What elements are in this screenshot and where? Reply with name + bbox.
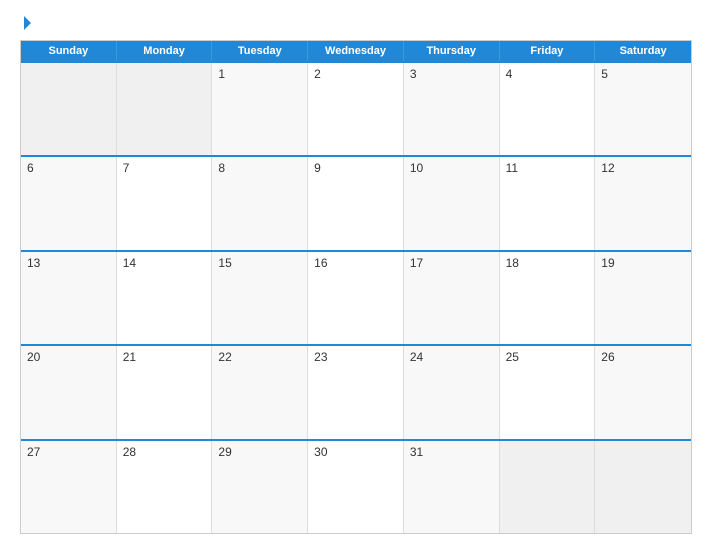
day-number: 12: [601, 161, 614, 175]
calendar-weeks: 1234567891011121314151617181920212223242…: [21, 61, 691, 533]
week-row-4: 20 21 22 23 24 25 26: [21, 344, 691, 438]
day-number: 7: [123, 161, 130, 175]
day-cell: 19: [595, 252, 691, 344]
day-header-sunday: Sunday: [21, 41, 117, 61]
day-number: 30: [314, 445, 327, 459]
logo-triangle-icon: [24, 16, 31, 30]
day-number: 8: [218, 161, 225, 175]
day-cell: 6: [21, 157, 117, 249]
day-number: 18: [506, 256, 519, 270]
day-number: 19: [601, 256, 614, 270]
day-cell: 27: [21, 441, 117, 533]
day-number: 22: [218, 350, 231, 364]
day-cell: 2: [308, 63, 404, 155]
day-number: 1: [218, 67, 225, 81]
day-cell: 28: [117, 441, 213, 533]
day-cell: 9: [308, 157, 404, 249]
day-header-friday: Friday: [500, 41, 596, 61]
day-cell: 13: [21, 252, 117, 344]
day-number: 14: [123, 256, 136, 270]
day-header-monday: Monday: [117, 41, 213, 61]
day-number: 9: [314, 161, 321, 175]
week-row-2: 6 7 8 9 10 11 12: [21, 155, 691, 249]
day-headers-row: SundayMondayTuesdayWednesdayThursdayFrid…: [21, 41, 691, 61]
logo-blue-row: [20, 16, 31, 30]
logo: [20, 16, 31, 30]
day-number: 20: [27, 350, 40, 364]
day-cell: 8: [212, 157, 308, 249]
day-number: 5: [601, 67, 608, 81]
day-cell: [117, 63, 213, 155]
day-cell: 1: [212, 63, 308, 155]
day-number: 17: [410, 256, 423, 270]
day-cell: [595, 441, 691, 533]
day-cell: 20: [21, 346, 117, 438]
day-cell: 26: [595, 346, 691, 438]
day-cell: 10: [404, 157, 500, 249]
day-number: 26: [601, 350, 614, 364]
day-cell: 29: [212, 441, 308, 533]
day-number: 2: [314, 67, 321, 81]
day-number: 11: [506, 161, 518, 175]
day-cell: 11: [500, 157, 596, 249]
day-number: 25: [506, 350, 519, 364]
day-header-thursday: Thursday: [404, 41, 500, 61]
day-cell: 22: [212, 346, 308, 438]
day-number: 3: [410, 67, 417, 81]
day-number: 16: [314, 256, 327, 270]
day-cell: 14: [117, 252, 213, 344]
day-cell: 15: [212, 252, 308, 344]
day-number: 13: [27, 256, 40, 270]
day-number: 28: [123, 445, 136, 459]
day-number: 4: [506, 67, 513, 81]
day-number: 21: [123, 350, 136, 364]
calendar-grid: SundayMondayTuesdayWednesdayThursdayFrid…: [20, 40, 692, 534]
day-number: 24: [410, 350, 423, 364]
day-number: 23: [314, 350, 327, 364]
week-row-5: 27 28 29 30 31: [21, 439, 691, 533]
day-number: 6: [27, 161, 34, 175]
day-number: 29: [218, 445, 231, 459]
day-cell: 4: [500, 63, 596, 155]
day-cell: [21, 63, 117, 155]
day-cell: 30: [308, 441, 404, 533]
day-cell: 21: [117, 346, 213, 438]
day-cell: 16: [308, 252, 404, 344]
day-cell: 31: [404, 441, 500, 533]
day-number: 31: [410, 445, 423, 459]
day-cell: 12: [595, 157, 691, 249]
week-row-3: 13 14 15 16 17 18 19: [21, 250, 691, 344]
day-cell: 5: [595, 63, 691, 155]
day-cell: 7: [117, 157, 213, 249]
week-row-1: 1 2 3 4 5: [21, 61, 691, 155]
day-cell: 3: [404, 63, 500, 155]
day-header-wednesday: Wednesday: [308, 41, 404, 61]
day-header-tuesday: Tuesday: [212, 41, 308, 61]
day-cell: 24: [404, 346, 500, 438]
day-number: 27: [27, 445, 40, 459]
day-cell: 18: [500, 252, 596, 344]
day-number: 10: [410, 161, 423, 175]
day-cell: [500, 441, 596, 533]
day-header-saturday: Saturday: [595, 41, 691, 61]
day-number: 15: [218, 256, 231, 270]
day-cell: 17: [404, 252, 500, 344]
calendar-header: [20, 16, 692, 30]
day-cell: 23: [308, 346, 404, 438]
day-cell: 25: [500, 346, 596, 438]
